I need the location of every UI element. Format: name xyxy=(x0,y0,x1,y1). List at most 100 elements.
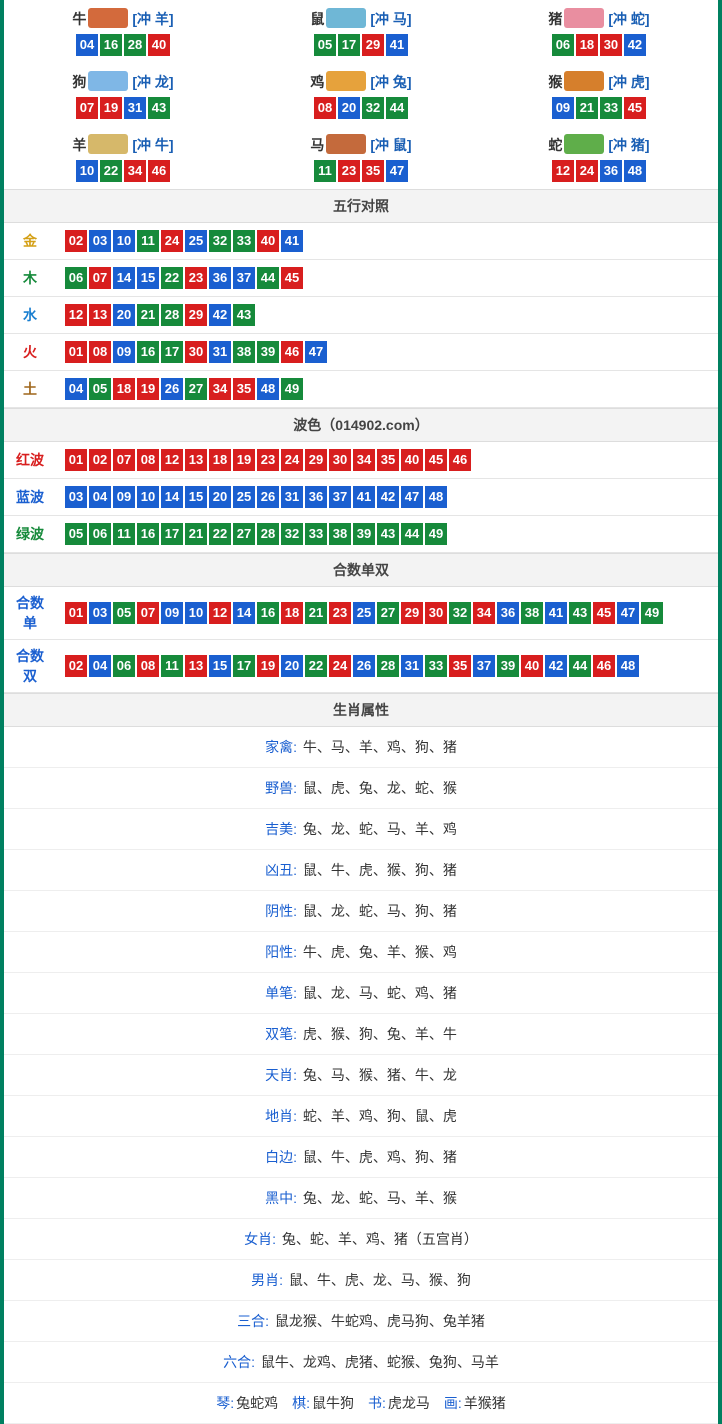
number-chip: 04 xyxy=(89,655,111,677)
zodiac-icon xyxy=(326,134,366,154)
number-row: 04162840 xyxy=(4,33,242,57)
attribute-row: 黑中: 兔、龙、蛇、马、羊、猴 xyxy=(4,1178,718,1219)
number-chip: 37 xyxy=(329,486,351,508)
four-art-value: 兔蛇鸡 xyxy=(236,1395,278,1411)
number-chip: 20 xyxy=(338,97,360,119)
mapping-sections: 五行对照金02031011242532334041木06071415222336… xyxy=(4,189,718,693)
zodiac-cell: 鸡[冲 兔]08203244 xyxy=(242,63,480,126)
number-chip: 47 xyxy=(305,341,327,363)
number-chip: 28 xyxy=(257,523,279,545)
number-chip: 27 xyxy=(233,523,255,545)
number-chip: 26 xyxy=(257,486,279,508)
attribute-value: 兔、蛇、羊、鸡、猪（五宫肖） xyxy=(282,1231,478,1247)
number-chip: 05 xyxy=(113,602,135,624)
zodiac-chong: [冲 羊] xyxy=(132,11,173,27)
attribute-key: 阳性: xyxy=(265,944,301,960)
number-chip: 20 xyxy=(281,655,303,677)
table-row: 水1213202128294243 xyxy=(4,297,718,334)
number-chip: 07 xyxy=(76,97,98,119)
number-chip: 33 xyxy=(600,97,622,119)
attribute-key: 男肖: xyxy=(251,1272,287,1288)
number-chip: 19 xyxy=(137,378,159,400)
number-chip: 10 xyxy=(113,230,135,252)
number-chip: 12 xyxy=(161,449,183,471)
attribute-value: 牛、马、羊、鸡、狗、猪 xyxy=(303,739,457,755)
number-chip: 30 xyxy=(329,449,351,471)
number-chip: 05 xyxy=(89,378,111,400)
number-chip: 36 xyxy=(497,602,519,624)
number-chip: 38 xyxy=(329,523,351,545)
number-chip: 27 xyxy=(377,602,399,624)
number-chip: 01 xyxy=(65,449,87,471)
number-chip: 19 xyxy=(233,449,255,471)
number-chip: 48 xyxy=(425,486,447,508)
number-chip: 38 xyxy=(521,602,543,624)
table-row: 火0108091617303138394647 xyxy=(4,334,718,371)
number-chip: 40 xyxy=(521,655,543,677)
number-chip: 41 xyxy=(353,486,375,508)
zodiac-icon xyxy=(564,134,604,154)
number-chip: 13 xyxy=(89,304,111,326)
attributes-header: 生肖属性 xyxy=(4,693,718,727)
zodiac-icon xyxy=(326,71,366,91)
number-chip: 13 xyxy=(185,655,207,677)
number-chip: 21 xyxy=(185,523,207,545)
row-label: 蓝波 xyxy=(4,479,56,516)
four-arts-row: 琴:兔蛇鸡 棋:鼠牛狗 书:虎龙马 画:羊猴猪 xyxy=(4,1383,718,1424)
number-chip: 35 xyxy=(233,378,255,400)
section-header: 波色（014902.com） xyxy=(4,408,718,442)
number-chip: 44 xyxy=(569,655,591,677)
attribute-value: 虎、猴、狗、兔、羊、牛 xyxy=(303,1026,457,1042)
row-label: 合数双 xyxy=(4,640,56,693)
mapping-table: 合数单0103050709101214161821232527293032343… xyxy=(4,587,718,693)
four-art-value: 鼠牛狗 xyxy=(312,1395,354,1411)
number-chip: 48 xyxy=(624,160,646,182)
number-chip: 33 xyxy=(233,230,255,252)
number-row: 10223446 xyxy=(4,159,242,183)
number-chip: 07 xyxy=(89,267,111,289)
attribute-key: 家禽: xyxy=(265,739,301,755)
zodiac-name: 马 xyxy=(310,137,324,153)
number-chip: 32 xyxy=(209,230,231,252)
number-chip: 38 xyxy=(233,341,255,363)
number-chip: 20 xyxy=(113,304,135,326)
attribute-value: 鼠、牛、虎、猴、狗、猪 xyxy=(303,862,457,878)
attribute-row: 单笔: 鼠、龙、马、蛇、鸡、猪 xyxy=(4,973,718,1014)
number-chip: 02 xyxy=(65,230,87,252)
number-chip: 28 xyxy=(161,304,183,326)
number-chip: 47 xyxy=(386,160,408,182)
number-row: 11233547 xyxy=(242,159,480,183)
zodiac-cell: 马[冲 鼠]11233547 xyxy=(242,126,480,189)
number-chip: 16 xyxy=(137,341,159,363)
zodiac-icon xyxy=(88,8,128,28)
attribute-row: 双笔: 虎、猴、狗、兔、羊、牛 xyxy=(4,1014,718,1055)
number-row: 08203244 xyxy=(242,96,480,120)
number-chip: 43 xyxy=(377,523,399,545)
attribute-row: 地肖: 蛇、羊、鸡、狗、鼠、虎 xyxy=(4,1096,718,1137)
number-chip: 17 xyxy=(161,523,183,545)
four-art-key: 棋: xyxy=(292,1395,310,1411)
number-chip: 03 xyxy=(65,486,87,508)
number-chip: 09 xyxy=(552,97,574,119)
attribute-key: 双笔: xyxy=(265,1026,301,1042)
attribute-key: 天肖: xyxy=(265,1067,301,1083)
zodiac-chong: [冲 牛] xyxy=(132,137,173,153)
attribute-value: 蛇、羊、鸡、狗、鼠、虎 xyxy=(303,1108,457,1124)
number-chip: 32 xyxy=(362,97,384,119)
number-chip: 06 xyxy=(89,523,111,545)
attribute-key: 吉美: xyxy=(265,821,301,837)
number-chip: 24 xyxy=(329,655,351,677)
attribute-value: 鼠、龙、蛇、马、狗、猪 xyxy=(303,903,457,919)
zodiac-name: 羊 xyxy=(72,137,86,153)
row-label: 金 xyxy=(4,223,56,260)
number-chip: 35 xyxy=(449,655,471,677)
number-chip: 34 xyxy=(353,449,375,471)
attribute-row: 家禽: 牛、马、羊、鸡、狗、猪 xyxy=(4,727,718,768)
number-chip: 42 xyxy=(377,486,399,508)
number-chip: 45 xyxy=(281,267,303,289)
number-chip: 44 xyxy=(257,267,279,289)
number-chip: 18 xyxy=(209,449,231,471)
number-chip: 15 xyxy=(185,486,207,508)
number-chip: 04 xyxy=(76,34,98,56)
number-chip: 23 xyxy=(329,602,351,624)
